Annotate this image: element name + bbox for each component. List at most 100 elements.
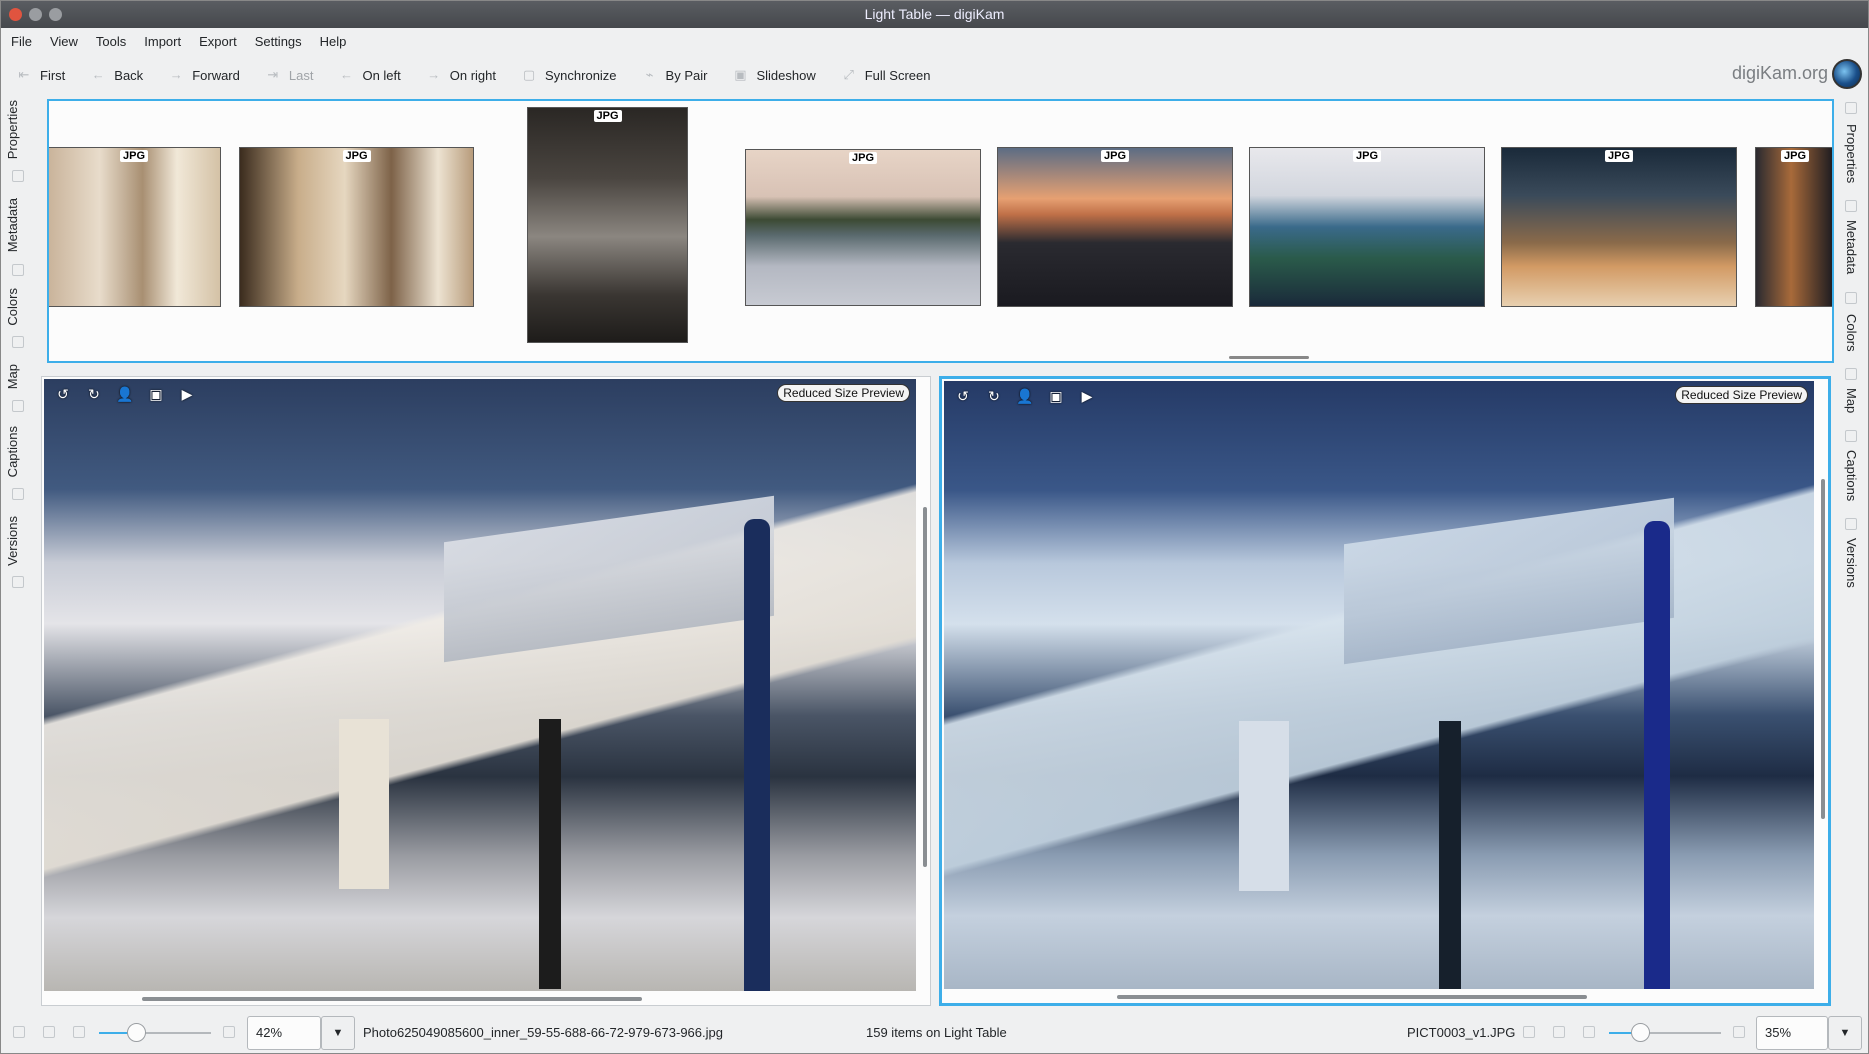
zoom-in-icon[interactable]: [1733, 1026, 1745, 1038]
first-button[interactable]: ⇤ First: [17, 68, 66, 83]
menu-file[interactable]: File: [11, 34, 42, 49]
right-zoom-dropdown[interactable]: ▼: [1828, 1016, 1862, 1050]
left-tab-versions[interactable]: Versions: [5, 516, 20, 566]
reduced-size-preview-label: Reduced Size Preview: [777, 384, 910, 402]
thumbnail[interactable]: JPG: [1755, 147, 1832, 307]
right-vertical-scrollbar[interactable]: [1821, 479, 1825, 819]
right-tab-metadata[interactable]: Metadata: [1844, 220, 1859, 274]
forward-button[interactable]: → Forward: [169, 68, 240, 83]
left-tab-captions[interactable]: Captions: [5, 426, 20, 477]
left-photo[interactable]: [44, 379, 916, 991]
rotate-right-icon[interactable]: ↻: [85, 385, 103, 403]
zoom-100-icon[interactable]: [43, 1026, 55, 1038]
zoom-100-icon[interactable]: [1553, 1026, 1565, 1038]
menu-export[interactable]: Export: [199, 34, 247, 49]
close-window-button[interactable]: [9, 8, 22, 21]
play-icon[interactable]: ▶: [1078, 387, 1096, 405]
right-zoom-slider-handle[interactable]: [1631, 1023, 1650, 1042]
minimize-window-button[interactable]: [29, 8, 42, 21]
left-zoom-input[interactable]: 42%: [247, 1016, 321, 1050]
metadata-tab-icon: [12, 264, 24, 276]
brand-label[interactable]: digiKam.org: [1732, 63, 1828, 84]
left-horizontal-scrollbar[interactable]: [142, 997, 642, 1001]
left-vertical-scrollbar[interactable]: [923, 507, 927, 867]
thumbnail[interactable]: JPG: [239, 147, 474, 307]
left-tab-map[interactable]: Map: [5, 364, 20, 389]
person-card-icon[interactable]: ▣: [147, 385, 165, 403]
thumbnail[interactable]: JPG: [745, 149, 981, 306]
thumbnail[interactable]: JPG: [1501, 147, 1737, 307]
right-tab-versions[interactable]: Versions: [1844, 538, 1859, 588]
on-right-button[interactable]: → On right: [427, 68, 496, 83]
rotate-right-icon[interactable]: ↻: [985, 387, 1003, 405]
thumbnail[interactable]: JPG: [997, 147, 1233, 307]
left-tab-properties[interactable]: Properties: [5, 100, 20, 159]
versions-tab-icon: [1845, 518, 1857, 530]
left-zoom-dropdown[interactable]: ▼: [321, 1016, 355, 1050]
right-photo[interactable]: [944, 381, 1814, 989]
zoom-in-icon[interactable]: [223, 1026, 235, 1038]
menu-settings[interactable]: Settings: [255, 34, 312, 49]
thumbnail[interactable]: JPG: [49, 147, 221, 307]
pair-icon: ⌁: [645, 67, 654, 82]
thumbnail[interactable]: JPG: [1249, 147, 1485, 307]
menu-help[interactable]: Help: [320, 34, 357, 49]
slideshow-icon: ▣: [734, 67, 747, 82]
play-icon[interactable]: ▶: [178, 385, 196, 403]
person-card-icon[interactable]: ▣: [1047, 387, 1065, 405]
face-tag-icon[interactable]: 👤: [1016, 387, 1034, 405]
colors-tab-icon: [1845, 292, 1857, 304]
arrow-left-icon: ←: [339, 67, 353, 82]
zoom-out-icon[interactable]: [73, 1026, 85, 1038]
left-image-viewer[interactable]: ↺ ↻ 👤 ▣ ▶ Reduced Size Preview: [41, 376, 931, 1006]
fullscreen-icon: ⤢: [843, 67, 854, 82]
right-sidebar: Properties Metadata Colors Map Captions …: [1834, 96, 1868, 1016]
zoom-out-icon[interactable]: [1583, 1026, 1595, 1038]
zoom-fit-icon[interactable]: [1523, 1026, 1535, 1038]
zoom-fit-icon[interactable]: [13, 1026, 25, 1038]
captions-tab-icon: [12, 488, 24, 500]
menu-bar: File View Tools Import Export Settings H…: [1, 28, 1868, 54]
digikam-logo-icon[interactable]: [1832, 59, 1862, 89]
arrow-right-icon: →: [427, 67, 441, 82]
by-pair-button[interactable]: ⌁ By Pair: [643, 68, 708, 83]
right-tab-colors[interactable]: Colors: [1844, 314, 1859, 352]
right-image-viewer[interactable]: ↺ ↻ 👤 ▣ ▶ Reduced Size Preview: [939, 376, 1831, 1006]
rotate-left-icon[interactable]: ↺: [954, 387, 972, 405]
left-overlay-toolbar: ↺ ↻ 👤 ▣ ▶: [54, 385, 196, 403]
left-tab-metadata[interactable]: Metadata: [5, 198, 20, 252]
right-tab-properties[interactable]: Properties: [1844, 124, 1859, 183]
face-tag-icon[interactable]: 👤: [116, 385, 134, 403]
filmstrip-scrollbar[interactable]: [1229, 356, 1309, 359]
on-left-button[interactable]: ← On left: [339, 67, 401, 83]
colors-tab-icon: [12, 336, 24, 348]
right-horizontal-scrollbar[interactable]: [1117, 995, 1587, 999]
maximize-window-button[interactable]: [49, 8, 62, 21]
title-bar: Light Table — digiKam: [1, 1, 1868, 28]
right-tab-map[interactable]: Map: [1844, 388, 1859, 413]
thumbnail[interactable]: JPG: [527, 107, 688, 343]
right-overlay-toolbar: ↺ ↻ 👤 ▣ ▶: [954, 387, 1096, 405]
slideshow-button[interactable]: ▣ Slideshow: [733, 68, 815, 83]
back-button[interactable]: ← Back: [91, 68, 143, 83]
metadata-tab-icon: [1845, 200, 1857, 212]
right-tab-captions[interactable]: Captions: [1844, 450, 1859, 501]
items-count: 159 items on Light Table: [866, 1025, 1007, 1040]
left-zoom-slider-handle[interactable]: [127, 1023, 146, 1042]
right-zoom-input[interactable]: 35%: [1756, 1016, 1828, 1050]
menu-tools[interactable]: Tools: [96, 34, 136, 49]
left-filename: Photo625049085600_inner_59-55-688-66-72-…: [363, 1025, 723, 1040]
synchronize-button[interactable]: ▢ Synchronize: [522, 68, 617, 83]
rotate-left-icon[interactable]: ↺: [54, 385, 72, 403]
right-filename: PICT0003_v1.JPG: [1407, 1025, 1516, 1040]
chevron-down-icon: ▼: [1839, 1027, 1851, 1039]
menu-view[interactable]: View: [50, 34, 88, 49]
last-button[interactable]: ⇥ Last: [266, 68, 313, 83]
left-tab-colors[interactable]: Colors: [5, 288, 20, 326]
chevron-down-icon: ▼: [332, 1027, 344, 1039]
reduced-size-preview-label: Reduced Size Preview: [1675, 386, 1808, 404]
full-screen-button[interactable]: ⤢ Full Screen: [842, 68, 931, 83]
versions-tab-icon: [12, 576, 24, 588]
thumbnail-filmstrip[interactable]: JPG JPG JPG JPG JPG JPG JPG JPG: [47, 99, 1834, 363]
menu-import[interactable]: Import: [144, 34, 191, 49]
